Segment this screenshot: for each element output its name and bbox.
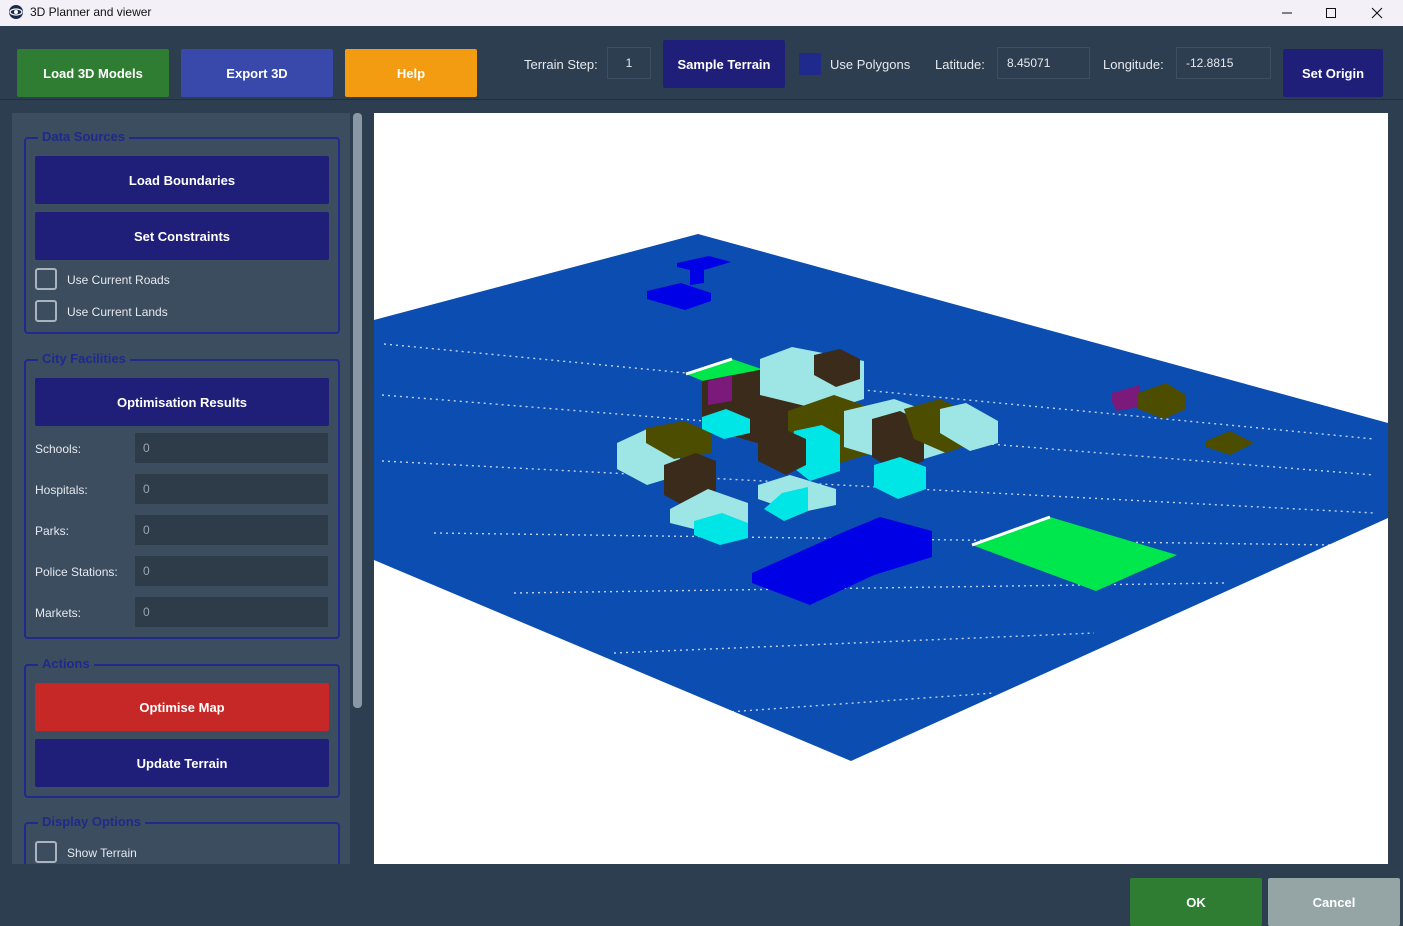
terrain-step-input[interactable]: 1 xyxy=(607,47,651,79)
optimisation-results-button[interactable]: Optimisation Results xyxy=(35,378,329,426)
terrain-scene[interactable] xyxy=(374,113,1388,864)
hospitals-field[interactable]: 0 xyxy=(135,474,328,504)
cancel-button[interactable]: Cancel xyxy=(1268,878,1400,926)
terrain-step-label: Terrain Step: xyxy=(524,57,598,72)
longitude-input[interactable]: -12.8815 xyxy=(1176,47,1271,79)
actions-group: Actions Optimise Map Update Terrain xyxy=(24,656,340,798)
minimize-icon[interactable] xyxy=(1264,0,1310,26)
use-current-roads-label: Use Current Roads xyxy=(67,273,170,287)
optimise-map-button[interactable]: Optimise Map xyxy=(35,683,329,731)
show-terrain-label: Show Terrain xyxy=(67,846,137,860)
city-facilities-title: City Facilities xyxy=(38,351,130,366)
set-origin-button[interactable]: Set Origin xyxy=(1283,49,1383,97)
window-title: 3D Planner and viewer xyxy=(30,5,152,19)
display-options-title: Display Options xyxy=(38,814,145,829)
markets-field[interactable]: 0 xyxy=(135,597,328,627)
city-facilities-group: City Facilities Optimisation Results Sch… xyxy=(24,351,340,639)
use-polygons-checkbox[interactable] xyxy=(799,53,821,75)
left-panel: Data Sources Load Boundaries Set Constra… xyxy=(12,113,350,864)
close-icon[interactable] xyxy=(1354,0,1400,26)
set-constraints-button[interactable]: Set Constraints xyxy=(35,212,329,260)
help-button[interactable]: Help xyxy=(345,49,477,97)
show-terrain-checkbox[interactable] xyxy=(35,841,57,863)
use-current-roads-checkbox[interactable] xyxy=(35,268,57,290)
use-polygons-label: Use Polygons xyxy=(830,57,911,72)
markets-label: Markets: xyxy=(35,606,82,620)
title-bar: 3D Planner and viewer xyxy=(0,0,1403,26)
data-sources-title: Data Sources xyxy=(38,129,130,144)
bottom-bar: OK Cancel xyxy=(0,864,1403,926)
data-sources-group: Data Sources Load Boundaries Set Constra… xyxy=(24,129,340,334)
load-3d-models-button[interactable]: Load 3D Models xyxy=(17,49,169,97)
export-3d-button[interactable]: Export 3D xyxy=(181,49,333,97)
hospitals-label: Hospitals: xyxy=(35,483,88,497)
3d-viewport[interactable] xyxy=(374,113,1388,864)
use-current-lands-label: Use Current Lands xyxy=(67,305,168,319)
terrain-plane xyxy=(374,234,1388,761)
latitude-input[interactable]: 8.45071 xyxy=(997,47,1090,79)
schools-field[interactable]: 0 xyxy=(135,433,328,463)
left-panel-scrollbar[interactable] xyxy=(353,113,362,864)
parks-label: Parks: xyxy=(35,524,70,538)
scrollbar-thumb[interactable] xyxy=(353,113,362,708)
app-icon xyxy=(9,5,23,19)
parks-field[interactable]: 0 xyxy=(135,515,328,545)
toolbar: Load 3D Models Export 3D Help Terrain St… xyxy=(0,26,1403,100)
update-terrain-button[interactable]: Update Terrain xyxy=(35,739,329,787)
actions-title: Actions xyxy=(38,656,94,671)
schools-label: Schools: xyxy=(35,442,82,456)
latitude-label: Latitude: xyxy=(935,57,985,72)
sample-terrain-button[interactable]: Sample Terrain xyxy=(663,40,785,88)
load-boundaries-button[interactable]: Load Boundaries xyxy=(35,156,329,204)
police-stations-label: Police Stations: xyxy=(35,565,118,579)
ok-button[interactable]: OK xyxy=(1130,878,1262,926)
maximize-icon[interactable] xyxy=(1308,0,1354,26)
longitude-label: Longitude: xyxy=(1103,57,1164,72)
police-stations-field[interactable]: 0 xyxy=(135,556,328,586)
display-options-group: Display Options Show Terrain xyxy=(24,814,340,864)
use-current-lands-checkbox[interactable] xyxy=(35,300,57,322)
